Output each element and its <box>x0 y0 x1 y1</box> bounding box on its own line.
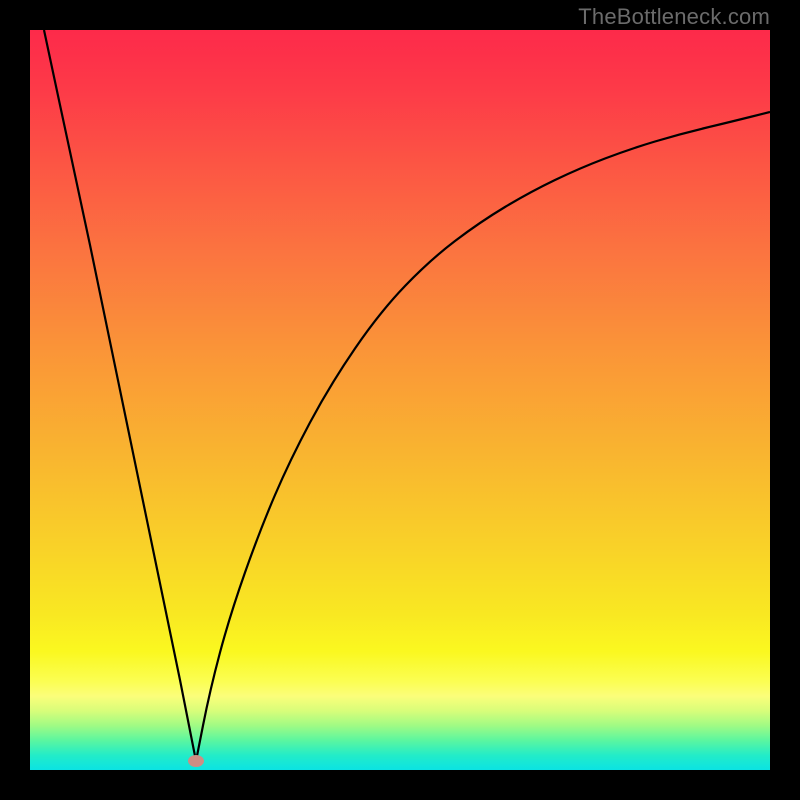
bottleneck-curve-path <box>44 30 770 761</box>
curve-svg <box>30 30 770 770</box>
chart-frame: TheBottleneck.com <box>0 0 800 800</box>
plot-area <box>30 30 770 770</box>
watermark-text: TheBottleneck.com <box>578 4 770 30</box>
minimum-marker <box>188 755 204 767</box>
